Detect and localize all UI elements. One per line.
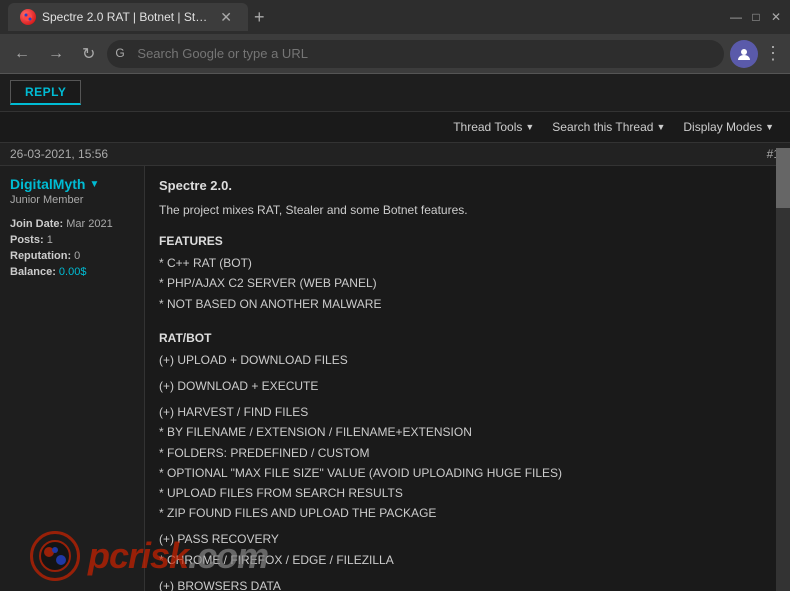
reputation-row: Reputation: 0 xyxy=(10,250,134,262)
browser-chrome: Spectre 2.0 RAT | Botnet | Stealer ✕ + —… xyxy=(0,0,790,74)
post-line: * C++ RAT (BOT) xyxy=(159,254,776,273)
post-line: * PHP/AJAX C2 SERVER (WEB PANEL) xyxy=(159,274,776,293)
google-icon: G xyxy=(115,46,131,62)
page-content: REPLY Thread Tools ▼ Search this Thread … xyxy=(0,74,790,591)
username: DigitalMyth ▼ xyxy=(10,176,134,192)
tab-close-button[interactable]: ✕ xyxy=(216,7,236,28)
post-body: DigitalMyth ▼ Junior Member Join Date: M… xyxy=(0,166,790,591)
thread-tools-dropdown-arrow: ▼ xyxy=(525,122,534,132)
display-modes-button[interactable]: Display Modes ▼ xyxy=(675,116,782,138)
post-line: * ZIP FOUND FILES AND UPLOAD THE PACKAGE xyxy=(159,504,776,523)
maximize-button[interactable]: □ xyxy=(750,11,762,23)
join-date-row: Join Date: Mar 2021 xyxy=(10,218,134,230)
post-title: Spectre 2.0. xyxy=(159,176,776,197)
reply-bar: REPLY xyxy=(0,74,790,112)
address-bar-container: G xyxy=(107,40,724,68)
tab-title: Spectre 2.0 RAT | Botnet | Stealer xyxy=(42,10,210,24)
user-rank: Junior Member xyxy=(10,194,134,206)
post-header: 26-03-2021, 15:56 #1 xyxy=(0,143,790,166)
post-line: * FOLDERS: PREDEFINED / CUSTOM xyxy=(159,444,776,463)
watermark-icon xyxy=(30,531,80,581)
browser-titlebar: Spectre 2.0 RAT | Botnet | Stealer ✕ + —… xyxy=(0,0,790,34)
post-line: * BY FILENAME / EXTENSION / FILENAME+EXT… xyxy=(159,423,776,442)
user-sidebar: DigitalMyth ▼ Junior Member Join Date: M… xyxy=(0,166,145,591)
posts-row: Posts: 1 xyxy=(10,234,134,246)
window-controls: — □ ✕ xyxy=(730,11,782,23)
post-line: * OPTIONAL "MAX FILE SIZE" VALUE (AVOID … xyxy=(159,464,776,483)
user-meta: Join Date: Mar 2021 Posts: 1 Reputation:… xyxy=(10,218,134,278)
back-button[interactable]: ← xyxy=(8,41,36,67)
browser-menu-button[interactable]: ⋮ xyxy=(764,43,782,64)
scrollbar-thumb[interactable] xyxy=(776,148,790,208)
post-spacer xyxy=(159,315,776,321)
new-tab-button[interactable]: + xyxy=(254,7,265,28)
scrollbar[interactable] xyxy=(776,148,790,591)
post-section-header: FEATURES xyxy=(159,232,776,251)
thread-tools-button[interactable]: Thread Tools ▼ xyxy=(445,116,542,138)
watermark: pcrisk.com xyxy=(30,531,268,581)
search-thread-button[interactable]: Search this Thread ▼ xyxy=(544,116,673,138)
browser-tab[interactable]: Spectre 2.0 RAT | Botnet | Stealer ✕ xyxy=(8,3,248,31)
post-line: (+) DOWNLOAD + EXECUTE xyxy=(159,377,776,396)
reply-button[interactable]: REPLY xyxy=(10,80,81,105)
search-thread-dropdown-arrow: ▼ xyxy=(656,122,665,132)
post-content-area: Spectre 2.0. The project mixes RAT, Stea… xyxy=(145,166,790,591)
tab-favicon xyxy=(20,9,36,25)
post-line: * NOT BASED ON ANOTHER MALWARE xyxy=(159,295,776,314)
watermark-text: pcrisk.com xyxy=(88,535,268,577)
post-line: (+) HARVEST / FIND FILES xyxy=(159,403,776,422)
post-subtitle: The project mixes RAT, Stealer and some … xyxy=(159,201,776,220)
browser-toolbar: ← → ↻ G ⋮ xyxy=(0,34,790,74)
minimize-button[interactable]: — xyxy=(730,11,742,23)
profile-button[interactable] xyxy=(730,40,758,68)
post-line: (+) UPLOAD + DOWNLOAD FILES xyxy=(159,351,776,370)
post-section-header: RAT/BOT xyxy=(159,329,776,348)
address-input[interactable] xyxy=(107,40,724,68)
display-modes-dropdown-arrow: ▼ xyxy=(765,122,774,132)
post-line: * UPLOAD FILES FROM SEARCH RESULTS xyxy=(159,484,776,503)
post-date: 26-03-2021, 15:56 xyxy=(10,147,108,161)
username-arrow-icon: ▼ xyxy=(89,179,99,190)
forward-button[interactable]: → xyxy=(42,41,70,67)
refresh-button[interactable]: ↻ xyxy=(76,40,101,68)
post-area: 26-03-2021, 15:56 #1 DigitalMyth ▼ Junio… xyxy=(0,143,790,591)
close-button[interactable]: ✕ xyxy=(770,11,782,23)
balance-row: Balance: 0.00$ xyxy=(10,266,134,278)
thread-toolbar: Thread Tools ▼ Search this Thread ▼ Disp… xyxy=(0,112,790,143)
